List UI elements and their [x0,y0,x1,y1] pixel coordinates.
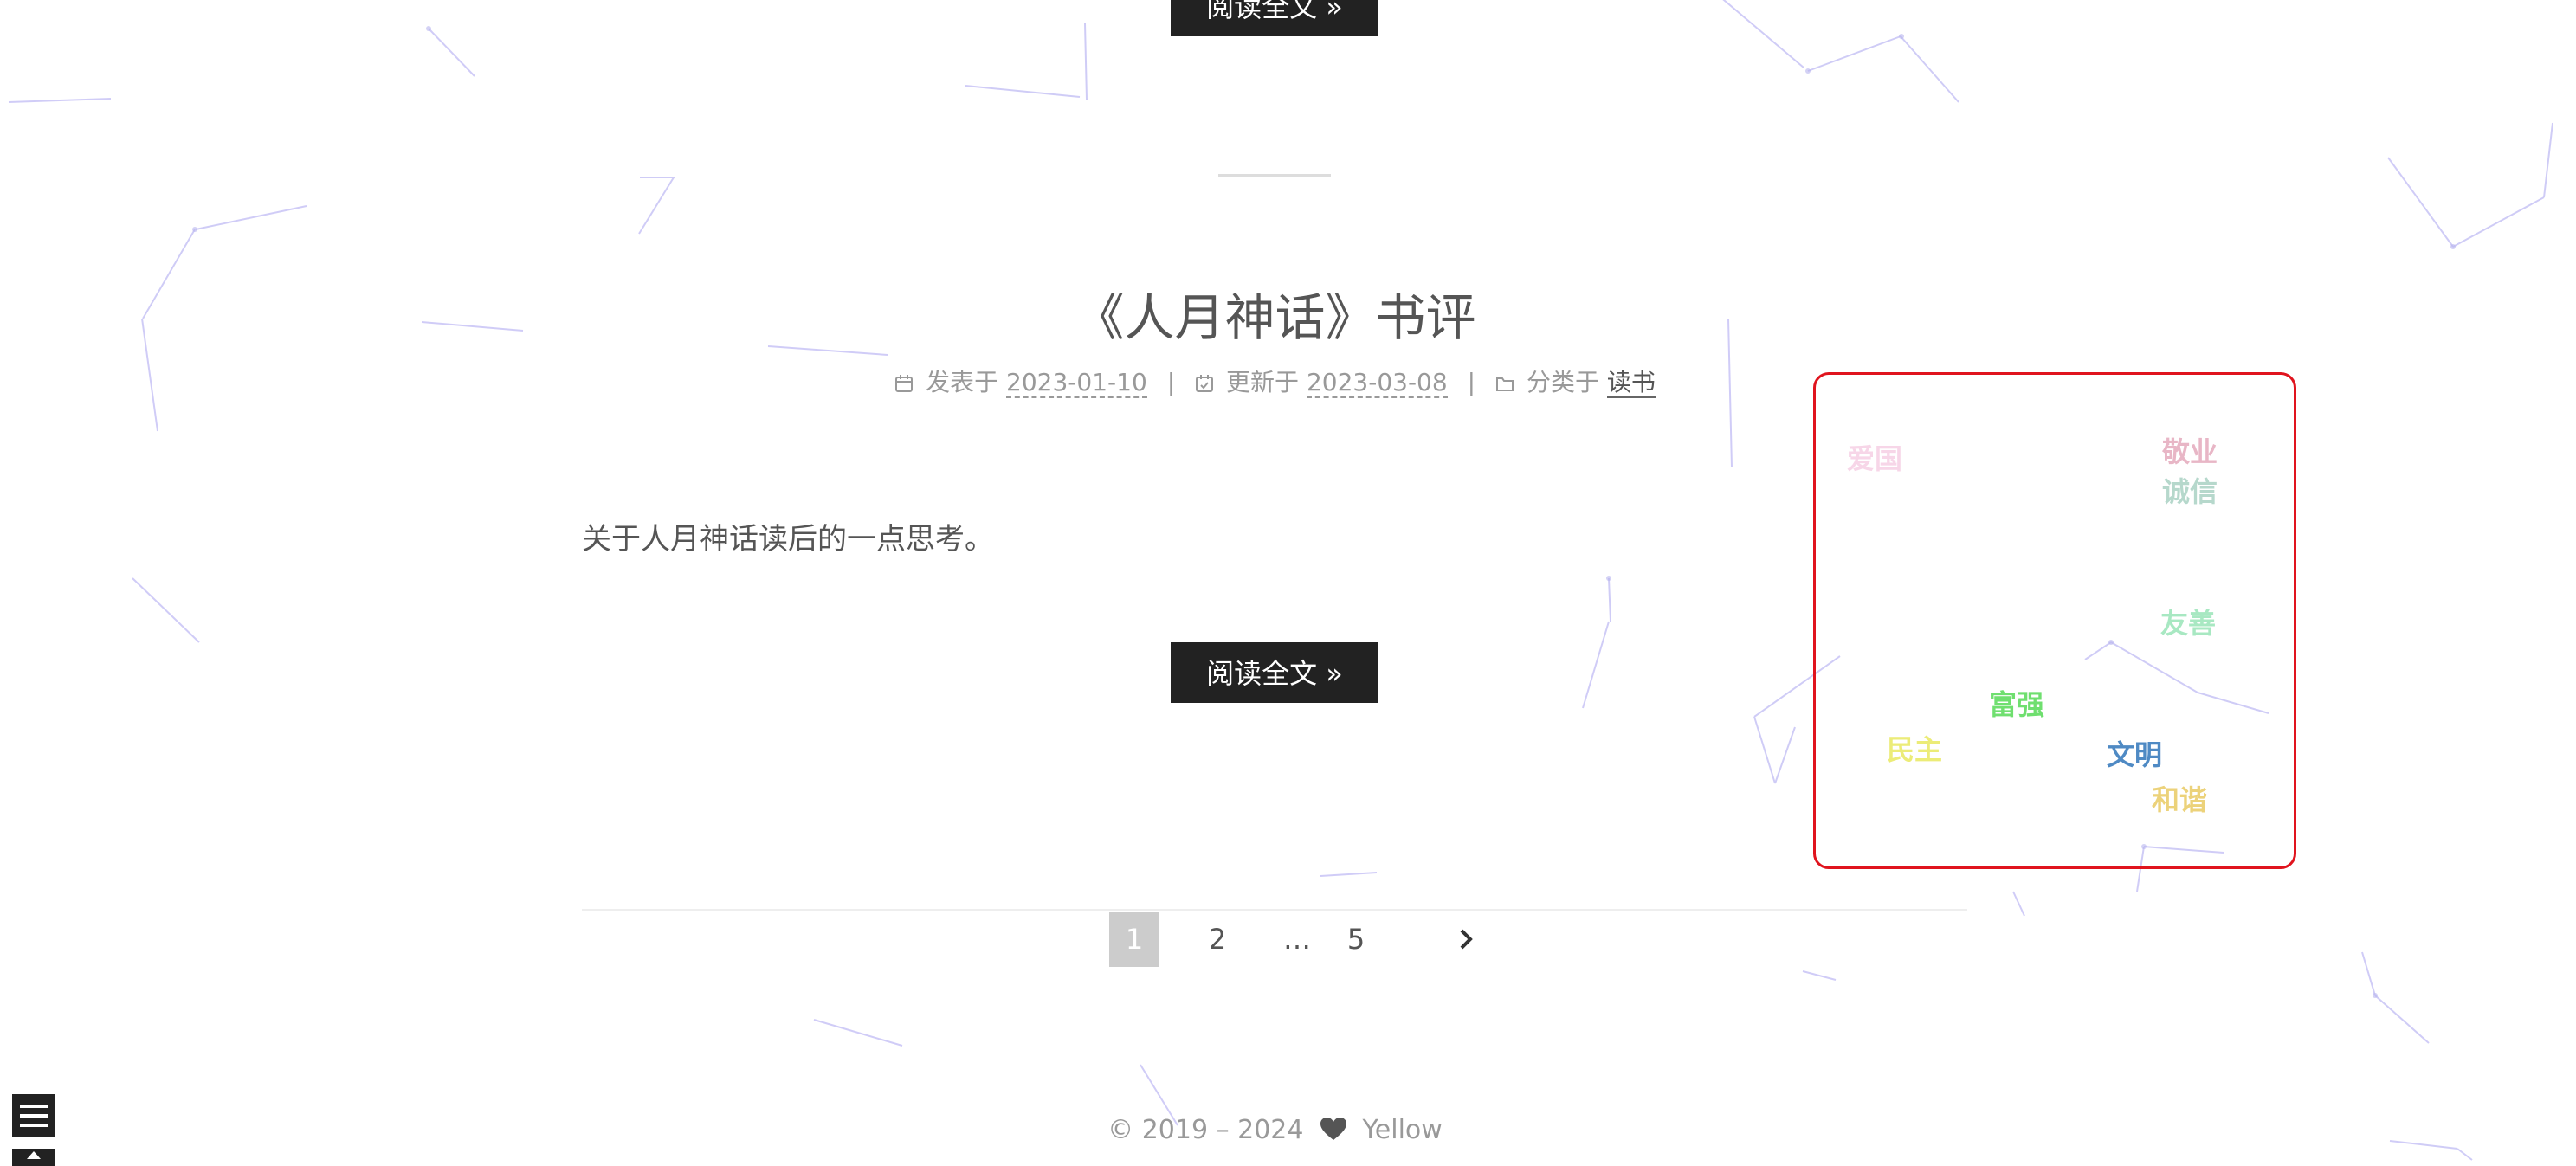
category-label: 分类于 [1526,368,1599,396]
page-5[interactable]: 5 [1331,912,1381,967]
click-word: 和谐 [2152,783,2208,816]
post-meta: 发表于 2023-01-10 | 更新于 2023-03-08 | 分类于 读书 [866,364,1684,402]
post-divider [1218,174,1331,177]
folder-icon [1495,377,1514,391]
post-title[interactable]: 《人月神话》书评 [952,286,1598,350]
read-more-button-previous[interactable]: 阅读全文 » [1171,0,1378,36]
click-word: 诚信 [2162,475,2218,508]
post-excerpt: 关于人月神话读后的一点思考。 [582,522,994,557]
menu-icon [20,1105,48,1108]
copyright: © 2019 – 2024 [1107,1115,1304,1145]
page-2[interactable]: 2 [1192,912,1243,967]
highlight-box: 爱国 敬业 诚信 友善 富强 民主 文明 和谐 [1813,372,2296,869]
page: 阅读全文 » 《人月神话》书评 发表于 2023-01-10 | 更新于 202… [0,0,2576,1166]
updated-label: 更新于 [1226,368,1300,396]
page-1: 1 [1109,912,1159,967]
click-word: 民主 [1887,733,1943,766]
back-to-top-button[interactable] [12,1149,55,1166]
menu-icon [20,1124,48,1127]
pagination: 1 2 … 5 [1109,912,1483,967]
click-word: 文明 [2107,738,2163,771]
meta-separator: | [1166,368,1176,396]
updated-date[interactable]: 2023-03-08 [1306,368,1448,398]
calendar-check-icon [1196,375,1214,392]
page-ellipsis: … [1283,923,1311,956]
chevron-right-icon [1460,929,1473,950]
next-page-button[interactable] [1449,912,1483,967]
read-more-button[interactable]: 阅读全文 » [1171,642,1378,703]
arrow-up-icon [27,1151,41,1159]
sidebar-toggle-button[interactable] [12,1094,55,1137]
posted-date[interactable]: 2023-01-10 [1006,368,1147,398]
footer: © 2019 – 2024 Yellow [1039,1111,1511,1150]
pagination-divider [582,909,1967,911]
meta-separator: | [1467,368,1476,396]
posted-label: 发表于 [926,368,999,396]
click-word: 爱国 [1847,442,1903,475]
click-word: 富强 [1989,688,2045,721]
click-word: 敬业 [2162,435,2218,468]
menu-icon [20,1114,48,1118]
author-name: Yellow [1362,1115,1443,1145]
click-word: 友善 [2160,607,2217,640]
heart-icon [1320,1118,1347,1140]
category-link[interactable]: 读书 [1606,368,1656,398]
calendar-icon [895,375,914,392]
